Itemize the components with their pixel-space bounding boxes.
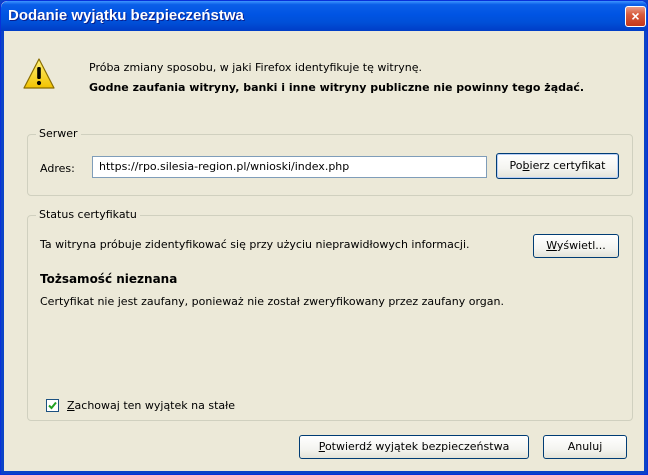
security-exception-dialog: Dodanie wyjątku bezpieczeństwa × Próba z…: [0, 0, 648, 475]
permanent-accesskey: Z: [67, 399, 75, 412]
status-description: Ta witryna próbuje zidentyfikować się pr…: [40, 238, 470, 251]
address-label: Adres:: [40, 162, 75, 175]
window-title: Dodanie wyjątku bezpieczeństwa: [8, 7, 244, 24]
certificate-status-legend: Status certyfikatu: [36, 208, 140, 221]
close-icon: ×: [631, 8, 640, 24]
untrusted-description: Certyfikat nie jest zaufany, ponieważ ni…: [40, 295, 504, 308]
certificate-status-groupbox: Status certyfikatu Ta witryna próbuje zi…: [27, 208, 633, 421]
cancel-button[interactable]: Anuluj: [543, 435, 627, 459]
permanent-exception-checkbox[interactable]: [46, 399, 59, 412]
checkmark-icon: [48, 401, 57, 410]
server-groupbox: Serwer Adres: https://rpo.silesia-region…: [27, 127, 633, 196]
get-certificate-accesskey: b: [522, 159, 530, 172]
get-certificate-label-a: Po: [509, 159, 523, 172]
confirm-exception-button[interactable]: Potwierdź wyjątek bezpieczeństwa: [299, 435, 529, 459]
address-input[interactable]: https://rpo.silesia-region.pl/wnioski/in…: [92, 156, 487, 178]
identity-unknown-heading: Tożsamość nieznana: [40, 272, 178, 286]
warning-message: Próba zmiany sposobu, w jaki Firefox ide…: [89, 61, 422, 74]
window-frame-right: [644, 31, 647, 474]
window-frame-left: [1, 31, 4, 474]
close-button[interactable]: ×: [625, 6, 646, 27]
window-frame-bottom: [1, 471, 647, 474]
server-legend: Serwer: [36, 127, 81, 140]
get-certificate-label-b: ierz certyfikat: [529, 159, 606, 172]
warning-message-bold: Godne zaufania witryny, banki i inne wit…: [89, 81, 585, 94]
permanent-exception-label[interactable]: Zachowaj ten wyjątek na stałe: [67, 399, 235, 412]
permanent-label-text: achowaj ten wyjątek na stałe: [74, 399, 236, 412]
view-label: yświetl...: [556, 239, 606, 252]
warning-icon: [23, 58, 55, 89]
get-certificate-button[interactable]: Pobierz certyfikat: [496, 153, 619, 179]
title-bar[interactable]: Dodanie wyjątku bezpieczeństwa ×: [1, 1, 647, 31]
confirm-label: otwierdź wyjątek bezpieczeństwa: [324, 440, 510, 453]
view-accesskey: W: [546, 239, 557, 252]
view-certificate-button[interactable]: Wyświetl...: [533, 234, 619, 258]
